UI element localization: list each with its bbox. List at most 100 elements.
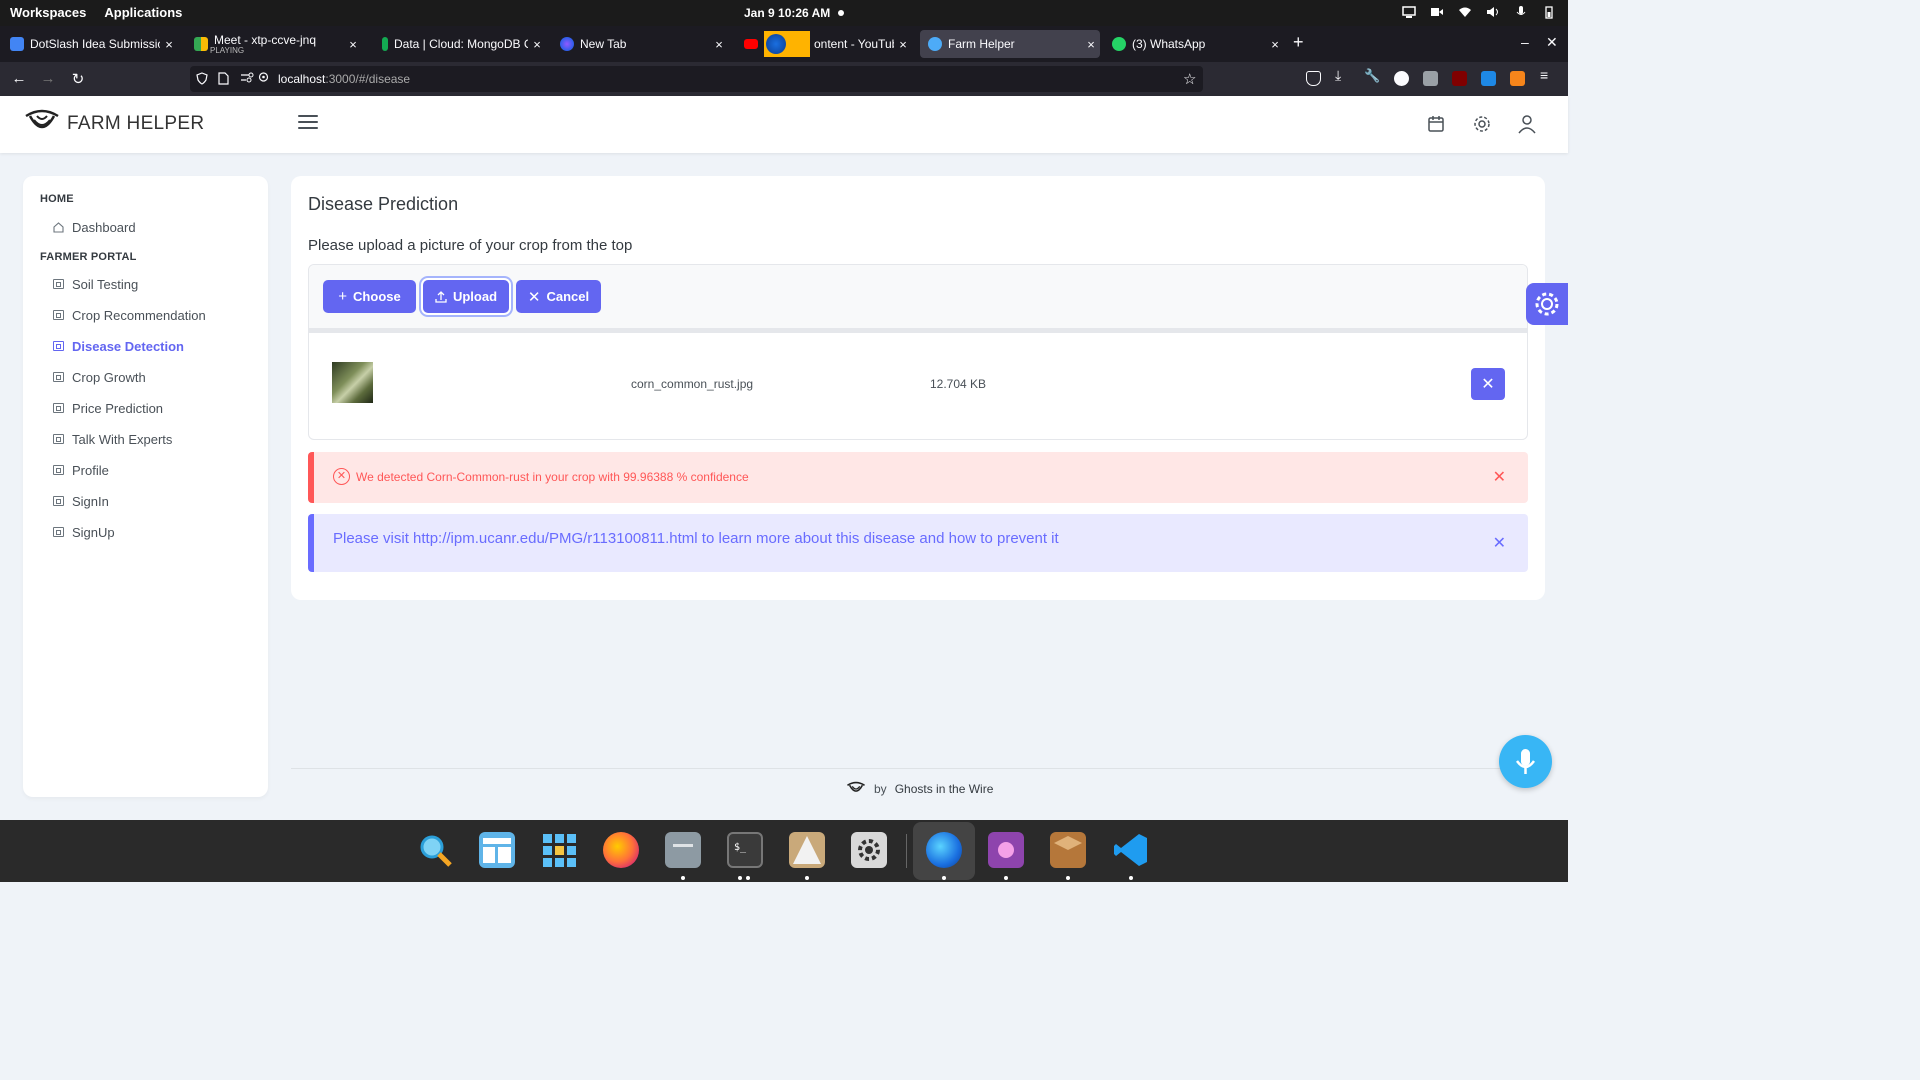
download-icon[interactable]: ⤓ (1335, 67, 1350, 83)
extension-cloud-icon[interactable] (1423, 71, 1438, 86)
bookmark-star-icon[interactable]: ☆ (1183, 70, 1196, 88)
applications-menu[interactable]: Applications (104, 5, 182, 20)
close-tab-icon[interactable]: × (894, 37, 912, 52)
new-tab-button[interactable]: + (1293, 32, 1304, 53)
vscode-icon[interactable] (1113, 832, 1149, 868)
tab-title: New Tab (580, 37, 627, 51)
farm-helper-logo-icon (847, 781, 865, 792)
extension-s-blue-icon[interactable] (1481, 71, 1496, 86)
info-message-text[interactable]: Please visit http://ipm.ucanr.edu/PMG/r1… (333, 530, 1059, 547)
layout-config-button[interactable] (1526, 283, 1568, 325)
back-arrow-icon[interactable]: ← (9, 70, 29, 87)
sidebar-item-soil-testing[interactable]: Soil Testing (53, 274, 138, 294)
settings-app-icon[interactable] (851, 832, 887, 868)
dock-separator (906, 834, 907, 868)
sidebar-section-home: HOME (40, 193, 74, 205)
sidebar-item-crop-recommendation[interactable]: Crop Recommendation (53, 305, 206, 325)
reload-icon[interactable]: ↻ (68, 70, 88, 88)
sidebar-item-disease-detection[interactable]: Disease Detection (53, 336, 184, 356)
sidebar-item-price-prediction[interactable]: Price Prediction (53, 398, 163, 418)
forward-arrow-icon[interactable]: → (38, 70, 58, 87)
url-bar[interactable]: localhost:3000/#/disease ☆ (190, 66, 1203, 92)
app-grid-icon[interactable] (541, 832, 577, 868)
system-clock[interactable]: Jan 9 10:26 AM (744, 6, 830, 20)
metamask-icon[interactable] (1510, 71, 1525, 86)
browser-tab[interactable]: New Tab × (552, 30, 728, 58)
extension-s-icon[interactable] (1394, 71, 1409, 86)
files-manager-icon[interactable] (479, 832, 515, 868)
url-text[interactable]: localhost:3000/#/disease (278, 72, 410, 86)
close-window-icon[interactable]: ✕ (1546, 34, 1558, 51)
package-manager-icon[interactable] (1050, 832, 1086, 868)
youtube-favicon-icon (744, 39, 758, 49)
close-message-icon[interactable]: ✕ (1493, 533, 1506, 553)
terminal-icon[interactable]: $_ (727, 832, 763, 868)
upload-button[interactable]: Upload (423, 280, 509, 313)
close-tab-icon[interactable]: × (160, 37, 178, 52)
choose-button[interactable]: + Choose (323, 280, 416, 313)
browser-tab[interactable]: ontent - YouTube × (736, 30, 912, 58)
close-message-icon[interactable]: ✕ (1493, 467, 1506, 487)
camera-icon[interactable] (1430, 5, 1444, 19)
volume-icon[interactable] (1486, 5, 1500, 19)
app-header: FARM HELPER (0, 96, 1568, 153)
running-indicator (746, 876, 750, 880)
sidebar-item-label: Price Prediction (72, 400, 164, 416)
search-app-icon[interactable] (417, 832, 453, 868)
running-indicator (1066, 876, 1070, 880)
sidebar-item-profile[interactable]: Profile (53, 460, 109, 480)
settings-gear-icon[interactable] (1471, 113, 1493, 135)
calendar-icon[interactable] (1425, 113, 1447, 135)
sidebar-item-signin[interactable]: SignIn (53, 491, 109, 511)
sidebar-item-signup[interactable]: SignUp (53, 522, 115, 542)
workspaces-menu[interactable]: Workspaces (10, 5, 86, 20)
cancel-button[interactable]: ✕ Cancel (516, 280, 601, 313)
sidebar-item-talk-with-experts[interactable]: Talk With Experts (53, 429, 172, 449)
close-tab-icon[interactable]: × (1082, 37, 1100, 52)
firefox-developer-edition-icon[interactable] (926, 832, 962, 868)
file-size: 12.704 KB (930, 377, 987, 391)
close-tab-icon[interactable]: × (528, 37, 546, 52)
pocket-icon[interactable] (1306, 71, 1321, 86)
tab-title: (3) WhatsApp (1132, 37, 1206, 51)
remove-file-button[interactable]: ✕ (1471, 368, 1505, 400)
wifi-icon[interactable] (1458, 5, 1472, 19)
browser-nav-bar: ← → ↻ localhost:3000/#/disease ☆ ⤓ 🔧 ≡ (0, 62, 1568, 96)
ublock-icon[interactable] (1452, 71, 1467, 86)
browser-tab[interactable]: Data | Cloud: MongoDB Clou × (370, 30, 546, 58)
battery-icon[interactable] (1542, 5, 1556, 19)
browser-tab[interactable]: DotSlash Idea Submission - × (2, 30, 178, 58)
footer-team-link[interactable]: Ghosts in the Wire (895, 782, 994, 796)
sidebar-item-dashboard[interactable]: Dashboard (53, 217, 136, 237)
microphone-icon[interactable] (1514, 5, 1528, 19)
menu-icon[interactable]: ≡ (1540, 67, 1555, 83)
browser-tab[interactable]: (3) WhatsApp × (1104, 30, 1284, 58)
firefox-icon[interactable] (603, 832, 639, 868)
hamburger-menu-icon[interactable] (298, 115, 318, 131)
voice-assistant-button[interactable] (1499, 735, 1552, 788)
permissions-icon[interactable] (240, 72, 254, 87)
screen-share-icon[interactable] (1402, 5, 1416, 19)
form-icon (53, 372, 64, 382)
tab-title: DotSlash Idea Submission - (30, 37, 160, 51)
tab-title: ontent - YouTube (814, 37, 894, 51)
close-tab-icon[interactable]: × (1266, 37, 1284, 52)
sidebar-item-label: Disease Detection (72, 338, 184, 354)
minimize-window-icon[interactable]: – (1521, 34, 1529, 50)
file-manager-icon[interactable] (665, 832, 701, 868)
browser-tab-active[interactable]: Farm Helper × (920, 30, 1100, 58)
shield-icon[interactable] (196, 72, 208, 88)
screen-recorder-icon[interactable] (988, 832, 1024, 868)
close-tab-icon[interactable]: × (710, 37, 728, 52)
location-pin-icon[interactable] (258, 72, 269, 88)
close-tab-icon[interactable]: × (344, 37, 362, 52)
user-profile-icon[interactable] (1516, 113, 1538, 135)
text-editor-icon[interactable] (789, 832, 825, 868)
sidebar-item-label: Crop Recommendation (72, 307, 206, 323)
page-icon[interactable] (218, 72, 229, 88)
sidebar-item-crop-growth[interactable]: Crop Growth (53, 367, 146, 387)
sidebar-item-label: SignIn (72, 493, 109, 509)
wrench-icon[interactable]: 🔧 (1364, 68, 1380, 83)
browser-tab[interactable]: Meet - xtp-ccve-jnq PLAYING × (186, 30, 362, 58)
brand-title[interactable]: FARM HELPER (67, 113, 204, 135)
